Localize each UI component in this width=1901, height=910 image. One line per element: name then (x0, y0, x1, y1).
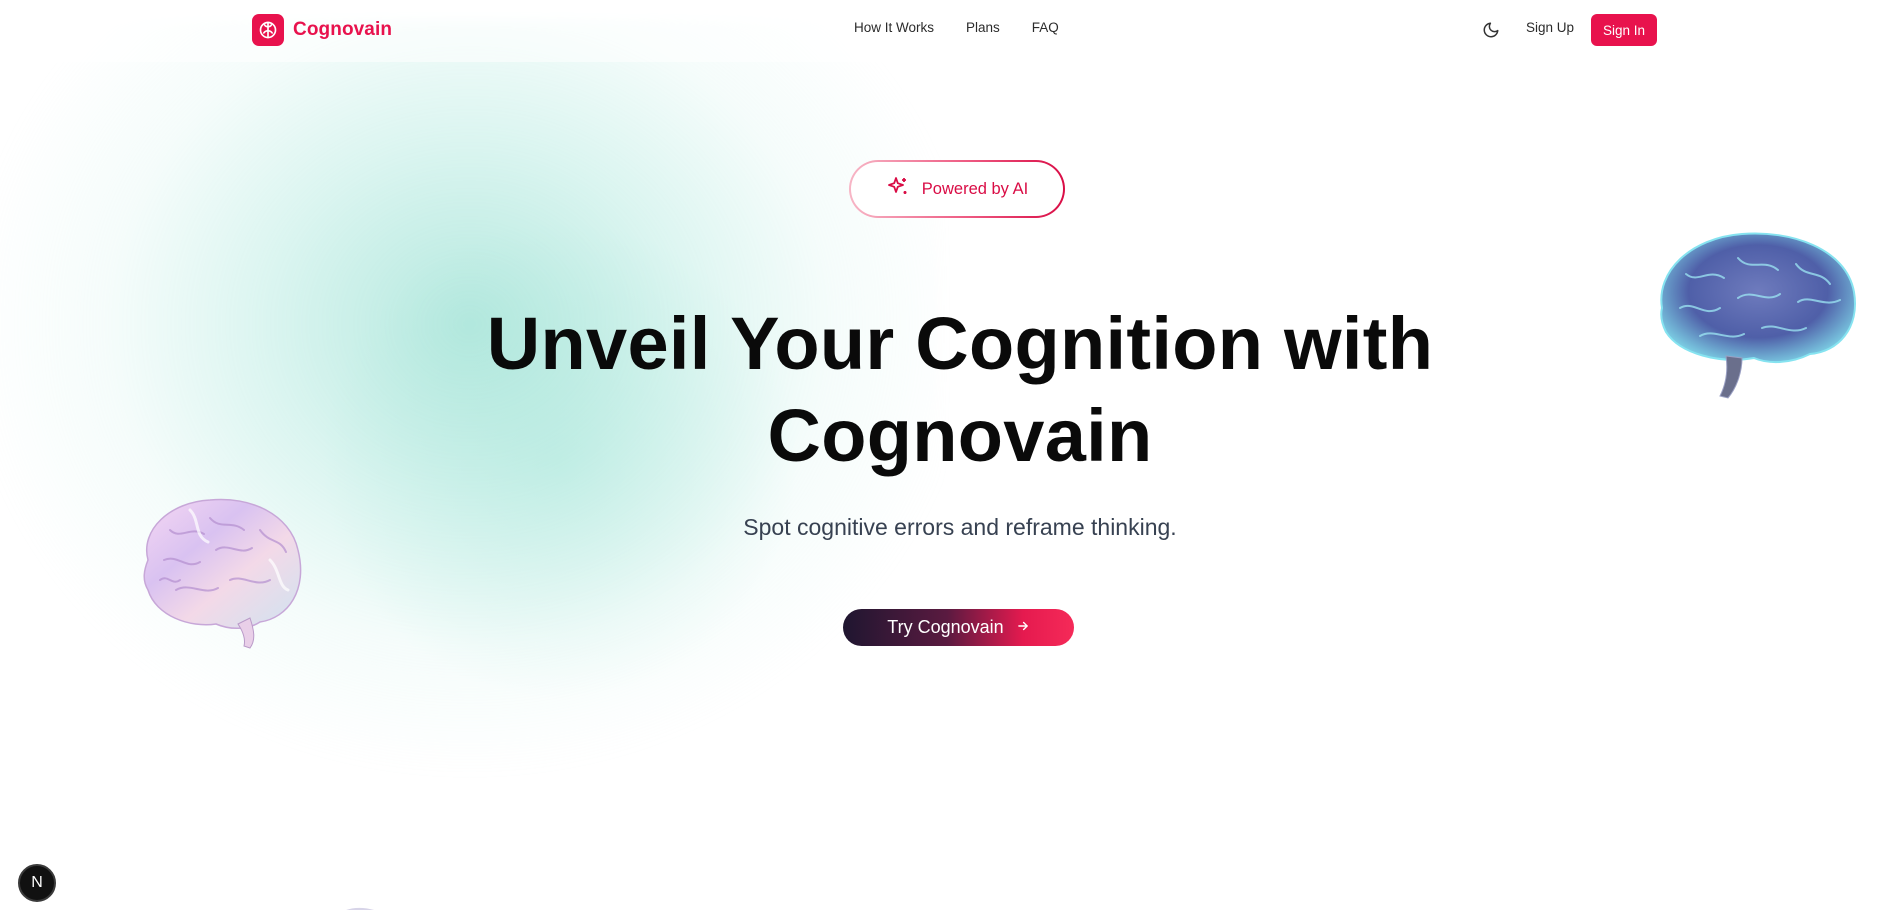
moon-icon[interactable] (1480, 19, 1502, 41)
powered-by-badge: Powered by AI (849, 160, 1065, 218)
try-cognovain-button[interactable]: Try Cognovain (843, 609, 1074, 646)
hero-headline-line2: Cognovain (767, 394, 1153, 477)
main-nav: How It Works Plans FAQ (854, 20, 1059, 35)
hero-headline: Unveil Your Cognition with Cognovain (420, 298, 1500, 482)
nav-faq[interactable]: FAQ (1032, 20, 1059, 35)
page: Cognovain How It Works Plans FAQ Sign Up… (0, 0, 1901, 910)
cta-label: Try Cognovain (887, 617, 1004, 637)
hero-subtitle: Spot cognitive errors and reframe thinki… (743, 514, 1177, 540)
powered-by-badge-inner: Powered by AI (851, 162, 1063, 216)
partial-brain-image (346, 907, 374, 910)
powered-by-label: Powered by AI (921, 179, 1029, 198)
brain-icon (252, 14, 284, 46)
sign-up-link[interactable]: Sign Up (1526, 20, 1574, 35)
brand-name: Cognovain (293, 19, 393, 40)
sparkles-icon (886, 175, 910, 204)
blue-brain-image (1660, 232, 1856, 399)
nav-how-it-works[interactable]: How It Works (854, 20, 934, 35)
brand-link[interactable]: Cognovain (252, 14, 392, 46)
iridescent-brain-image (143, 498, 302, 649)
sign-in-button[interactable]: Sign In (1591, 14, 1657, 46)
nav-plans[interactable]: Plans (966, 20, 1000, 35)
navbar: Cognovain How It Works Plans FAQ Sign Up… (0, 0, 1901, 62)
arrow-right-icon (1016, 617, 1030, 638)
dev-tools-badge[interactable]: N (18, 864, 56, 902)
hero-headline-line1: Unveil Your Cognition with (486, 302, 1434, 385)
